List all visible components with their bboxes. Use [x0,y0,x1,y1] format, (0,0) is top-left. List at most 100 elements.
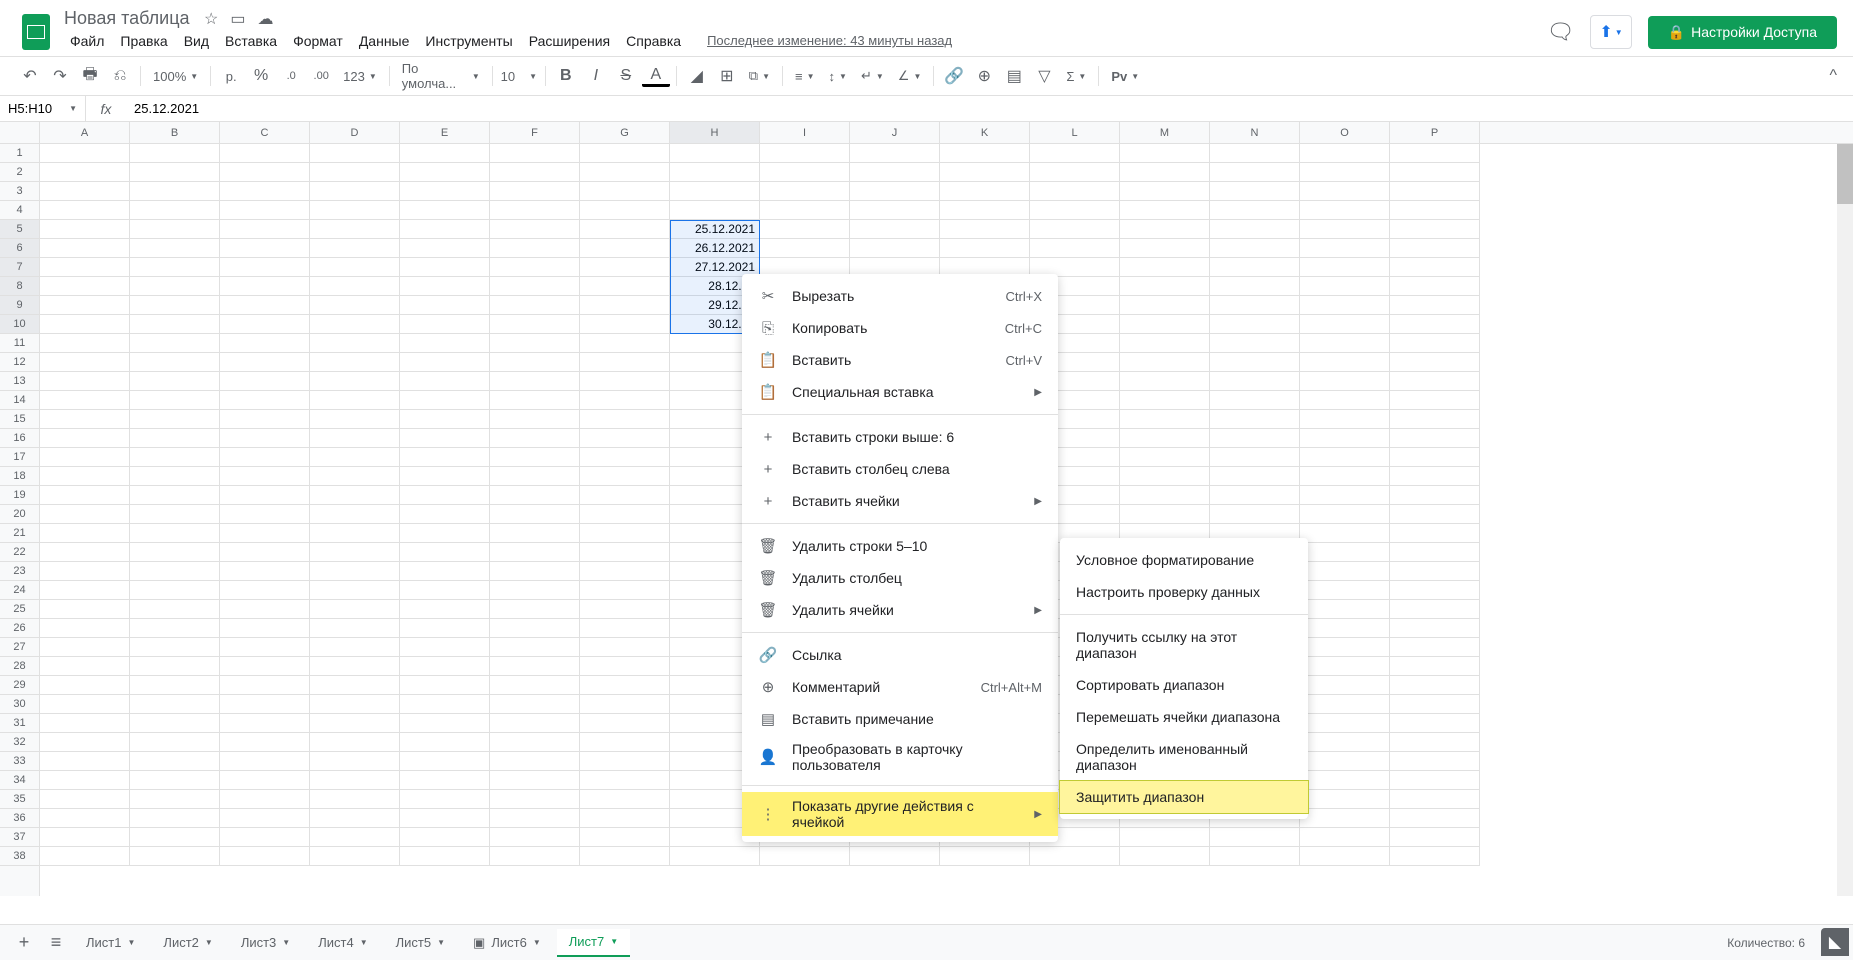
row-header-4[interactable]: 4 [0,201,39,220]
sheet-tab-Лист1[interactable]: Лист1▼ [74,929,147,957]
row-header-9[interactable]: 9 [0,296,39,315]
cell-D26[interactable] [310,619,400,638]
cell-C25[interactable] [220,600,310,619]
cell-F8[interactable] [490,277,580,296]
cell-M18[interactable] [1120,467,1210,486]
cell-F32[interactable] [490,733,580,752]
cell-M13[interactable] [1120,372,1210,391]
cell-G7[interactable] [580,258,670,277]
cell-P34[interactable] [1390,771,1480,790]
cell-E28[interactable] [400,657,490,676]
cell-P21[interactable] [1390,524,1480,543]
row-header-23[interactable]: 23 [0,562,39,581]
cell-C32[interactable] [220,733,310,752]
cell-I3[interactable] [760,182,850,201]
inc-decimal-icon[interactable]: .00 [307,62,335,90]
cell-B2[interactable] [130,163,220,182]
cell-K6[interactable] [940,239,1030,258]
cell-B35[interactable] [130,790,220,809]
cell-E15[interactable] [400,410,490,429]
row-header-36[interactable]: 36 [0,809,39,828]
cell-N14[interactable] [1210,391,1300,410]
cell-G30[interactable] [580,695,670,714]
cell-B24[interactable] [130,581,220,600]
cell-G22[interactable] [580,543,670,562]
cell-F3[interactable] [490,182,580,201]
cell-I4[interactable] [760,201,850,220]
cell-G25[interactable] [580,600,670,619]
cell-E17[interactable] [400,448,490,467]
cell-G11[interactable] [580,334,670,353]
cell-C22[interactable] [220,543,310,562]
row-header-14[interactable]: 14 [0,391,39,410]
cell-N17[interactable] [1210,448,1300,467]
cell-A24[interactable] [40,581,130,600]
cell-E8[interactable] [400,277,490,296]
cell-F26[interactable] [490,619,580,638]
cell-D25[interactable] [310,600,400,619]
cell-M5[interactable] [1120,220,1210,239]
cell-F17[interactable] [490,448,580,467]
cell-E33[interactable] [400,752,490,771]
sheet-tab-Лист4[interactable]: Лист4▼ [306,929,379,957]
format-num-dropdown[interactable]: 123▼ [337,62,383,90]
col-header-B[interactable]: B [130,122,220,143]
cell-A7[interactable] [40,258,130,277]
cell-A36[interactable] [40,809,130,828]
cell-P16[interactable] [1390,429,1480,448]
strike-icon[interactable]: S [612,62,640,90]
cell-A13[interactable] [40,372,130,391]
cell-G28[interactable] [580,657,670,676]
row-header-25[interactable]: 25 [0,600,39,619]
link-icon[interactable]: 🔗 [940,62,968,90]
dec-decimal-icon[interactable]: .0 [277,62,305,90]
sub-conditional[interactable]: Условное форматирование [1060,544,1308,576]
cell-G4[interactable] [580,201,670,220]
cell-C28[interactable] [220,657,310,676]
star-icon[interactable]: ☆ [204,9,218,29]
cell-O32[interactable] [1300,733,1390,752]
cell-F2[interactable] [490,163,580,182]
col-header-I[interactable]: I [760,122,850,143]
cell-N38[interactable] [1210,847,1300,866]
cell-E19[interactable] [400,486,490,505]
cell-B25[interactable] [130,600,220,619]
row-header-3[interactable]: 3 [0,182,39,201]
cell-C35[interactable] [220,790,310,809]
rotate-dropdown[interactable]: ∠▼ [892,62,928,90]
cell-O6[interactable] [1300,239,1390,258]
ctx-insert-col[interactable]: +Вставить столбец слева [742,453,1058,485]
cell-O28[interactable] [1300,657,1390,676]
cell-G15[interactable] [580,410,670,429]
cell-F16[interactable] [490,429,580,448]
cell-C3[interactable] [220,182,310,201]
cell-J1[interactable] [850,144,940,163]
cell-C6[interactable] [220,239,310,258]
cell-M37[interactable] [1120,828,1210,847]
cell-I6[interactable] [760,239,850,258]
cell-K3[interactable] [940,182,1030,201]
cell-M4[interactable] [1120,201,1210,220]
cell-B31[interactable] [130,714,220,733]
cell-F33[interactable] [490,752,580,771]
cell-P14[interactable] [1390,391,1480,410]
cell-C2[interactable] [220,163,310,182]
row-header-29[interactable]: 29 [0,676,39,695]
cell-J5[interactable] [850,220,940,239]
cell-O27[interactable] [1300,638,1390,657]
cell-G29[interactable] [580,676,670,695]
cell-P31[interactable] [1390,714,1480,733]
cell-F11[interactable] [490,334,580,353]
cell-C18[interactable] [220,467,310,486]
col-header-P[interactable]: P [1390,122,1480,143]
cell-D8[interactable] [310,277,400,296]
cell-A27[interactable] [40,638,130,657]
cell-B7[interactable] [130,258,220,277]
cell-E9[interactable] [400,296,490,315]
cell-B14[interactable] [130,391,220,410]
row-header-37[interactable]: 37 [0,828,39,847]
redo-icon[interactable]: ↷ [46,62,74,90]
cell-O22[interactable] [1300,543,1390,562]
cell-F27[interactable] [490,638,580,657]
cell-E26[interactable] [400,619,490,638]
